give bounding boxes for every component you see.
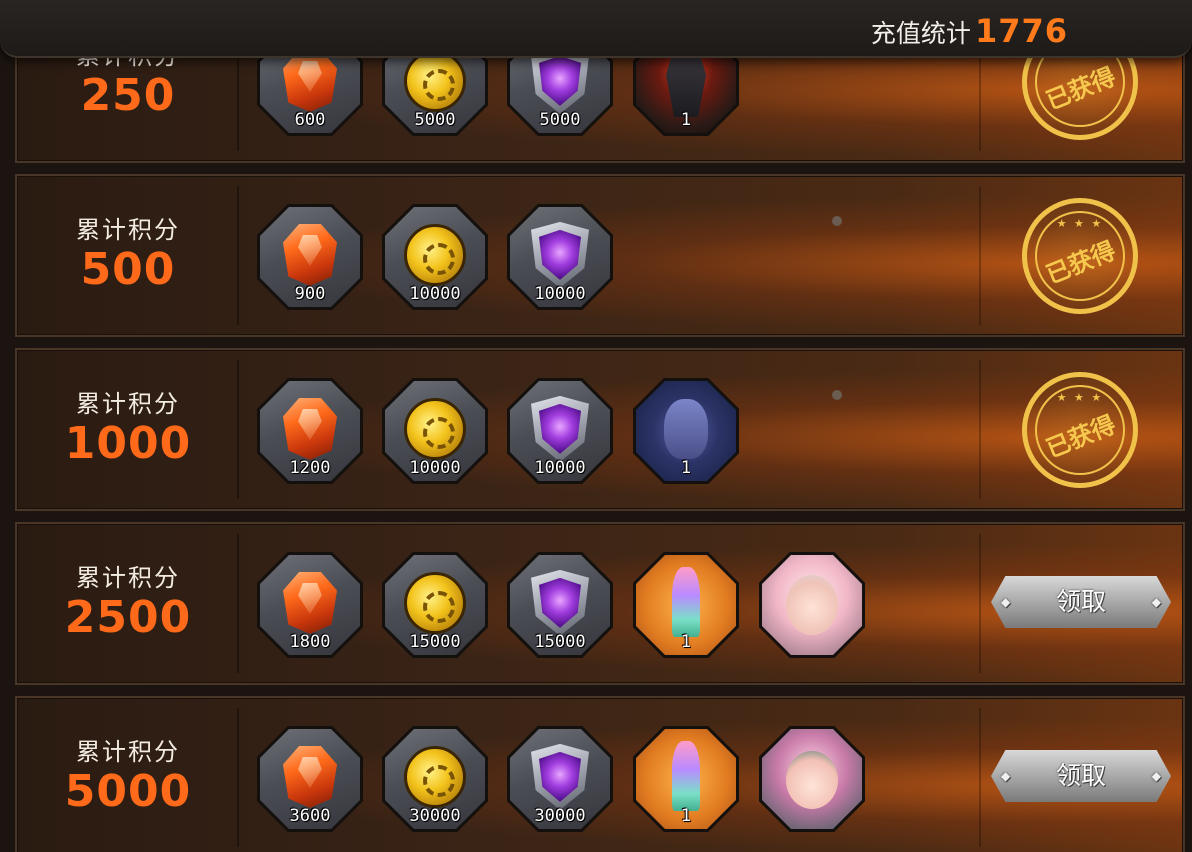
reward-item-girl-hero[interactable] xyxy=(759,552,865,658)
item-amount: 900 xyxy=(294,284,326,304)
recharge-stat-label: 充值统计 xyxy=(870,19,971,48)
score-label: 累计积分 xyxy=(76,390,180,418)
reward-item-elf-hero[interactable]: 1 xyxy=(633,378,739,484)
coin-icon xyxy=(404,571,466,634)
scroll-dot-icon xyxy=(832,390,842,400)
item-amount: 1 xyxy=(680,110,692,130)
item-amount: 5000 xyxy=(539,110,581,130)
reward-item-crystal-statue[interactable]: 1 xyxy=(633,726,739,832)
coin-icon xyxy=(404,49,466,112)
stamp-text: 已获得 xyxy=(1042,62,1120,116)
coin-icon xyxy=(404,745,466,808)
claim-button[interactable]: 领取 xyxy=(991,576,1171,628)
row-divider xyxy=(979,708,981,847)
item-amount: 3600 xyxy=(289,806,331,826)
row-divider xyxy=(979,360,981,499)
reward-item-purple-shield[interactable]: 30000 xyxy=(507,726,613,832)
recharge-stat: 充值统计 1776 xyxy=(871,12,1068,50)
item-amount: 10000 xyxy=(534,284,586,304)
reward-item-gem[interactable]: 900 xyxy=(257,204,363,310)
item-amount: 1800 xyxy=(289,632,331,652)
item-amount: 30000 xyxy=(534,806,586,826)
coin-icon xyxy=(404,223,466,286)
item-amount: 5000 xyxy=(414,110,456,130)
row-divider xyxy=(237,534,239,673)
score-block: 累计积分 500 xyxy=(17,176,239,335)
score-label: 累计积分 xyxy=(76,564,180,592)
reward-item-coin[interactable]: 10000 xyxy=(382,204,488,310)
reward-row-1000: 累计积分 1000 1200 10000 10000 1 ★ ★ ★ 已获得 xyxy=(15,348,1185,511)
claimed-stamp: ★ ★ ★ 已获得 xyxy=(1022,372,1138,488)
reward-item-coin[interactable]: 30000 xyxy=(382,726,488,832)
score-value: 1000 xyxy=(64,418,192,469)
girl-hero-portrait xyxy=(762,555,862,655)
reward-item-coin[interactable]: 10000 xyxy=(382,378,488,484)
item-amount: 15000 xyxy=(409,632,461,652)
scroll-dot-icon xyxy=(832,216,842,226)
stamp-text: 已获得 xyxy=(1042,236,1120,290)
recharge-stat-value: 1776 xyxy=(974,12,1068,50)
score-value: 500 xyxy=(80,244,176,295)
claim-button[interactable]: 领取 xyxy=(991,750,1171,802)
item-amount: 1200 xyxy=(289,458,331,478)
reward-item-purple-shield[interactable]: 15000 xyxy=(507,552,613,658)
item-amount: 10000 xyxy=(409,458,461,478)
score-value: 250 xyxy=(80,70,176,121)
reward-item-gem[interactable]: 1200 xyxy=(257,378,363,484)
claimed-stamp: ★ ★ ★ 已获得 xyxy=(1022,198,1138,314)
recharge-header: 充值统计 1776 xyxy=(0,0,1192,58)
item-amount: 600 xyxy=(294,110,326,130)
reward-item-purple-shield[interactable]: 10000 xyxy=(507,378,613,484)
reward-item-girl-hero-2[interactable] xyxy=(759,726,865,832)
score-value: 2500 xyxy=(64,592,192,643)
gem-icon xyxy=(283,49,337,112)
reward-item-gem[interactable]: 3600 xyxy=(257,726,363,832)
girl-hero-portrait-2 xyxy=(762,729,862,829)
score-block: 累计积分 2500 xyxy=(17,524,239,683)
reward-item-crystal-statue[interactable]: 1 xyxy=(633,552,739,658)
reward-item-coin[interactable]: 15000 xyxy=(382,552,488,658)
row-divider xyxy=(237,708,239,847)
gem-icon xyxy=(283,223,337,286)
reward-row-2500: 累计积分 2500 1800 15000 15000 1 ◆ 领取 ◆ xyxy=(15,522,1185,685)
reward-list[interactable]: 累计积分 250 600 5000 5000 1 ★ ★ ★ xyxy=(0,0,1192,852)
coin-icon xyxy=(404,397,466,460)
row-divider xyxy=(979,534,981,673)
row-divider xyxy=(237,360,239,499)
reward-row-500: 累计积分 500 900 10000 10000 ★ ★ ★ 已获得 xyxy=(15,174,1185,337)
item-amount: 30000 xyxy=(409,806,461,826)
item-amount: 15000 xyxy=(534,632,586,652)
row-divider xyxy=(237,186,239,325)
score-label: 累计积分 xyxy=(76,738,180,766)
item-amount: 10000 xyxy=(409,284,461,304)
item-amount: 1 xyxy=(680,632,692,652)
reward-row-5000: 累计积分 5000 3600 30000 30000 1 ◆ 领取 ◆ xyxy=(15,696,1185,852)
reward-item-gem[interactable]: 1800 xyxy=(257,552,363,658)
item-amount: 1 xyxy=(680,806,692,826)
score-block: 累计积分 1000 xyxy=(17,350,239,509)
reward-item-purple-shield[interactable]: 10000 xyxy=(507,204,613,310)
score-value: 5000 xyxy=(64,766,192,817)
item-amount: 10000 xyxy=(534,458,586,478)
score-label: 累计积分 xyxy=(76,216,180,244)
row-divider xyxy=(979,186,981,325)
score-block: 累计积分 5000 xyxy=(17,698,239,852)
item-amount: 1 xyxy=(680,458,692,478)
stamp-text: 已获得 xyxy=(1042,410,1120,464)
